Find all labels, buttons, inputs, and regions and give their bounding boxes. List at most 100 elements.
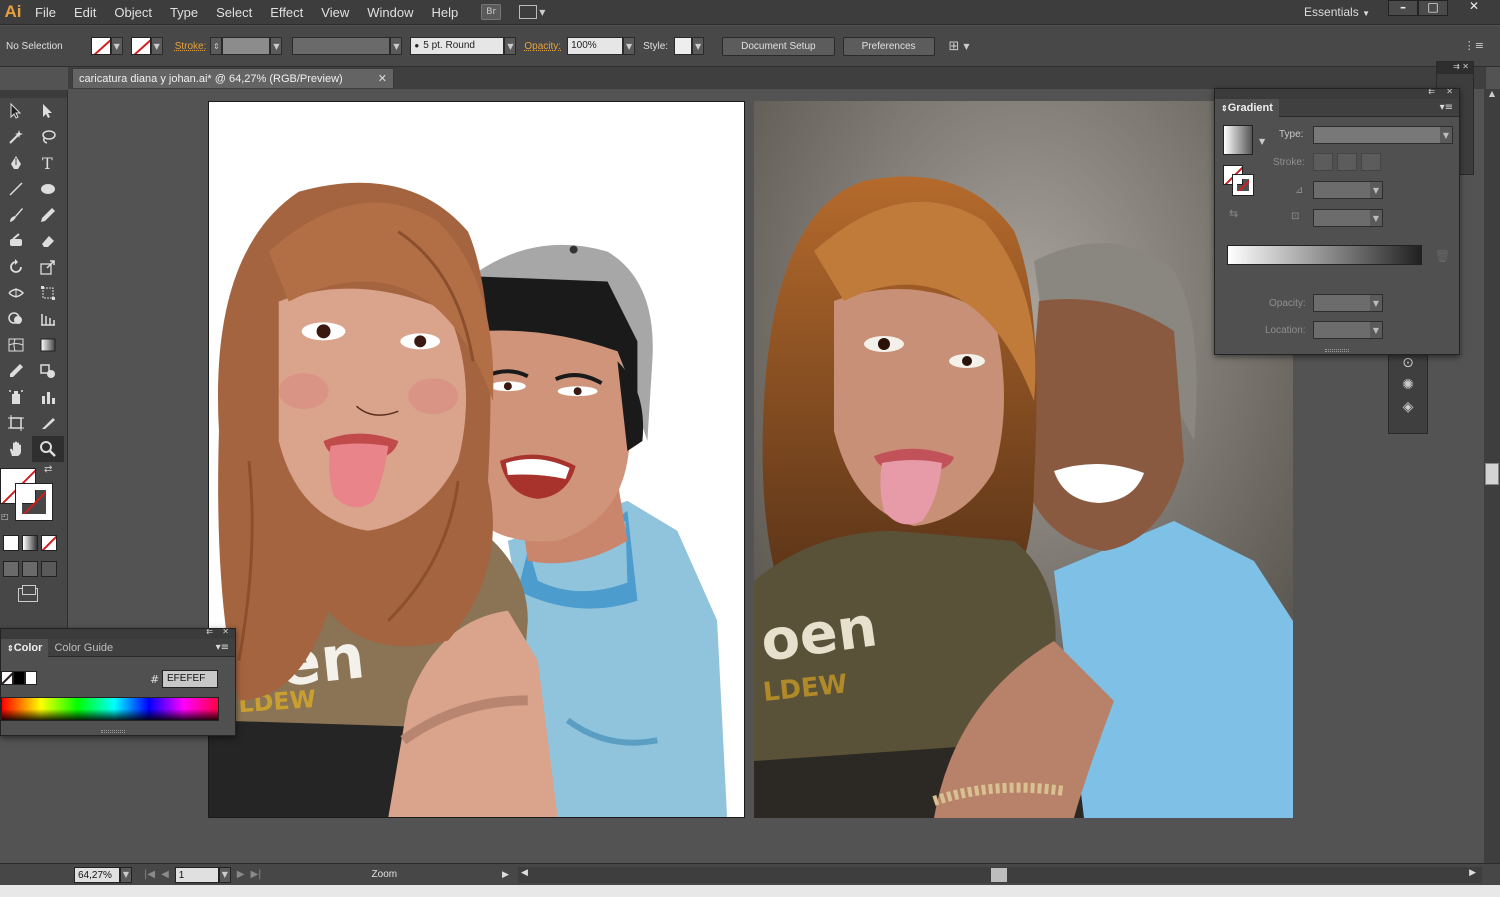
draw-inside-button[interactable]: [41, 561, 57, 577]
mesh-tool[interactable]: [0, 332, 32, 358]
arrange-documents-button[interactable]: ▼: [519, 4, 547, 20]
hand-tool[interactable]: [0, 436, 32, 462]
magic-wand-tool[interactable]: [0, 124, 32, 150]
lasso-tool[interactable]: [32, 124, 64, 150]
eyedropper-tool[interactable]: [0, 358, 32, 384]
stroke-within-button[interactable]: [1313, 153, 1333, 171]
chevron-down-icon[interactable]: ▼: [1259, 137, 1265, 146]
first-artboard-icon[interactable]: |◀: [144, 869, 155, 880]
width-tool[interactable]: [0, 280, 32, 306]
stroke-label[interactable]: Stroke:: [175, 41, 207, 52]
black-swatch[interactable]: [13, 671, 25, 685]
stroke-weight-dropdown[interactable]: ▼: [270, 37, 283, 55]
menu-effect[interactable]: Effect: [261, 0, 312, 25]
layers-panel-icon[interactable]: ◈: [1389, 399, 1427, 415]
artboard-dropdown[interactable]: ▼: [218, 866, 231, 883]
tab-color-guide[interactable]: Color Guide: [48, 639, 119, 657]
menu-object[interactable]: Object: [105, 0, 161, 25]
opacity-dropdown[interactable]: ▼: [623, 37, 636, 55]
chevron-down-icon[interactable]: ▼: [963, 42, 969, 51]
stroke-swatch[interactable]: [130, 37, 151, 55]
line-segment-tool[interactable]: [0, 176, 32, 202]
bridge-button[interactable]: Br: [481, 4, 502, 20]
type-tool[interactable]: T: [32, 150, 64, 176]
graphic-style-swatch[interactable]: [674, 37, 693, 55]
gradient-stroke-swatch[interactable]: [1232, 174, 1254, 196]
dock-header[interactable]: ⇉ ✕: [1437, 62, 1473, 74]
menu-select[interactable]: Select: [207, 0, 261, 25]
preferences-button[interactable]: Preferences: [842, 36, 935, 56]
white-swatch[interactable]: [25, 671, 37, 685]
selection-tool[interactable]: [0, 98, 32, 124]
column-graph-tool[interactable]: [32, 384, 64, 410]
gradient-fill-stroke[interactable]: [1223, 165, 1254, 196]
paintbrush-tool[interactable]: [0, 202, 32, 228]
artboard-tool[interactable]: [0, 410, 32, 436]
gradient-swatch[interactable]: [1223, 125, 1253, 155]
status-menu-arrow-icon[interactable]: ▶: [502, 870, 509, 880]
blob-brush-tool[interactable]: [0, 228, 32, 254]
workspace-switcher[interactable]: Essentials ▼: [1304, 0, 1370, 25]
stop-location-field[interactable]: ▼: [1313, 321, 1383, 339]
opacity-field[interactable]: 100%: [567, 37, 624, 55]
stroke-none-swatch[interactable]: [15, 483, 53, 521]
stroke-weight-stepper[interactable]: ⇕: [210, 37, 223, 55]
blend-tool[interactable]: [32, 358, 64, 384]
free-transform-tool[interactable]: [32, 280, 64, 306]
scale-tool[interactable]: [32, 254, 64, 280]
stroke-along-button[interactable]: [1337, 153, 1357, 171]
menu-window[interactable]: Window: [358, 0, 422, 25]
panel-resize-grip[interactable]: [101, 730, 125, 733]
ellipse-tool[interactable]: [32, 176, 64, 202]
stroke-dropdown[interactable]: ▼: [150, 37, 163, 55]
menu-file[interactable]: File: [26, 0, 65, 25]
symbols-panel-icon[interactable]: ✺: [1389, 377, 1427, 393]
eraser-tool[interactable]: [32, 228, 64, 254]
panel-menu-icon[interactable]: ▾≡: [216, 642, 229, 653]
tab-color[interactable]: ⇕Color: [1, 638, 49, 657]
color-panel-topbar[interactable]: ⇇ ✕: [1, 627, 235, 639]
stroke-across-button[interactable]: [1361, 153, 1381, 171]
direct-selection-tool[interactable]: [32, 98, 64, 124]
minimize-button[interactable]: –: [1388, 0, 1418, 16]
perspective-grid-tool[interactable]: [32, 306, 64, 332]
angle-field[interactable]: ▼: [1313, 181, 1383, 199]
stroke-weight-field[interactable]: [222, 37, 271, 55]
shape-builder-tool[interactable]: [0, 306, 32, 332]
close-icon[interactable]: ✕: [1446, 87, 1453, 96]
color-mode-button[interactable]: [3, 535, 19, 551]
aspect-ratio-field[interactable]: ▼: [1313, 209, 1383, 227]
tools-panel-grip[interactable]: [0, 90, 67, 98]
collapse-icon[interactable]: ⇇: [1428, 87, 1435, 96]
none-swatch[interactable]: [1, 671, 13, 685]
close-button[interactable]: ✕: [1448, 0, 1500, 16]
opacity-label[interactable]: Opacity:: [524, 41, 561, 52]
stop-opacity-field[interactable]: ▼: [1313, 294, 1383, 312]
previous-artboard-icon[interactable]: ◀: [161, 869, 169, 880]
menu-type[interactable]: Type: [161, 0, 207, 25]
gradient-type-select[interactable]: ▼: [1313, 126, 1453, 144]
pen-tool[interactable]: [0, 150, 32, 176]
gradient-tool[interactable]: [32, 332, 64, 358]
gradient-panel-topbar[interactable]: ⇇ ✕: [1215, 87, 1459, 99]
fill-swatch[interactable]: [90, 37, 111, 55]
reverse-gradient-icon[interactable]: ⇆: [1229, 207, 1238, 220]
draw-normal-button[interactable]: [3, 561, 19, 577]
color-spectrum[interactable]: [1, 697, 219, 721]
menu-help[interactable]: Help: [422, 0, 467, 25]
zoom-level-field[interactable]: 64,27%: [74, 866, 120, 883]
brush-dropdown[interactable]: ▼: [504, 37, 517, 55]
horizontal-scrollbar[interactable]: ◀ ▶: [518, 867, 1482, 883]
collapse-icon[interactable]: ⇇: [206, 627, 213, 636]
swap-fill-stroke-icon[interactable]: ⇄: [44, 464, 52, 475]
control-panel-menu-icon[interactable]: ⋮≡: [1464, 39, 1484, 52]
symbol-sprayer-tool[interactable]: [0, 384, 32, 410]
default-fill-stroke-icon[interactable]: ◰: [1, 512, 9, 521]
rotate-tool[interactable]: [0, 254, 32, 280]
menu-view[interactable]: View: [312, 0, 358, 25]
variable-width-profile[interactable]: [292, 37, 391, 55]
style-dropdown[interactable]: ▼: [692, 37, 705, 55]
pencil-tool[interactable]: [32, 202, 64, 228]
maximize-button[interactable]: □: [1418, 0, 1448, 16]
close-icon[interactable]: ✕: [222, 627, 229, 636]
